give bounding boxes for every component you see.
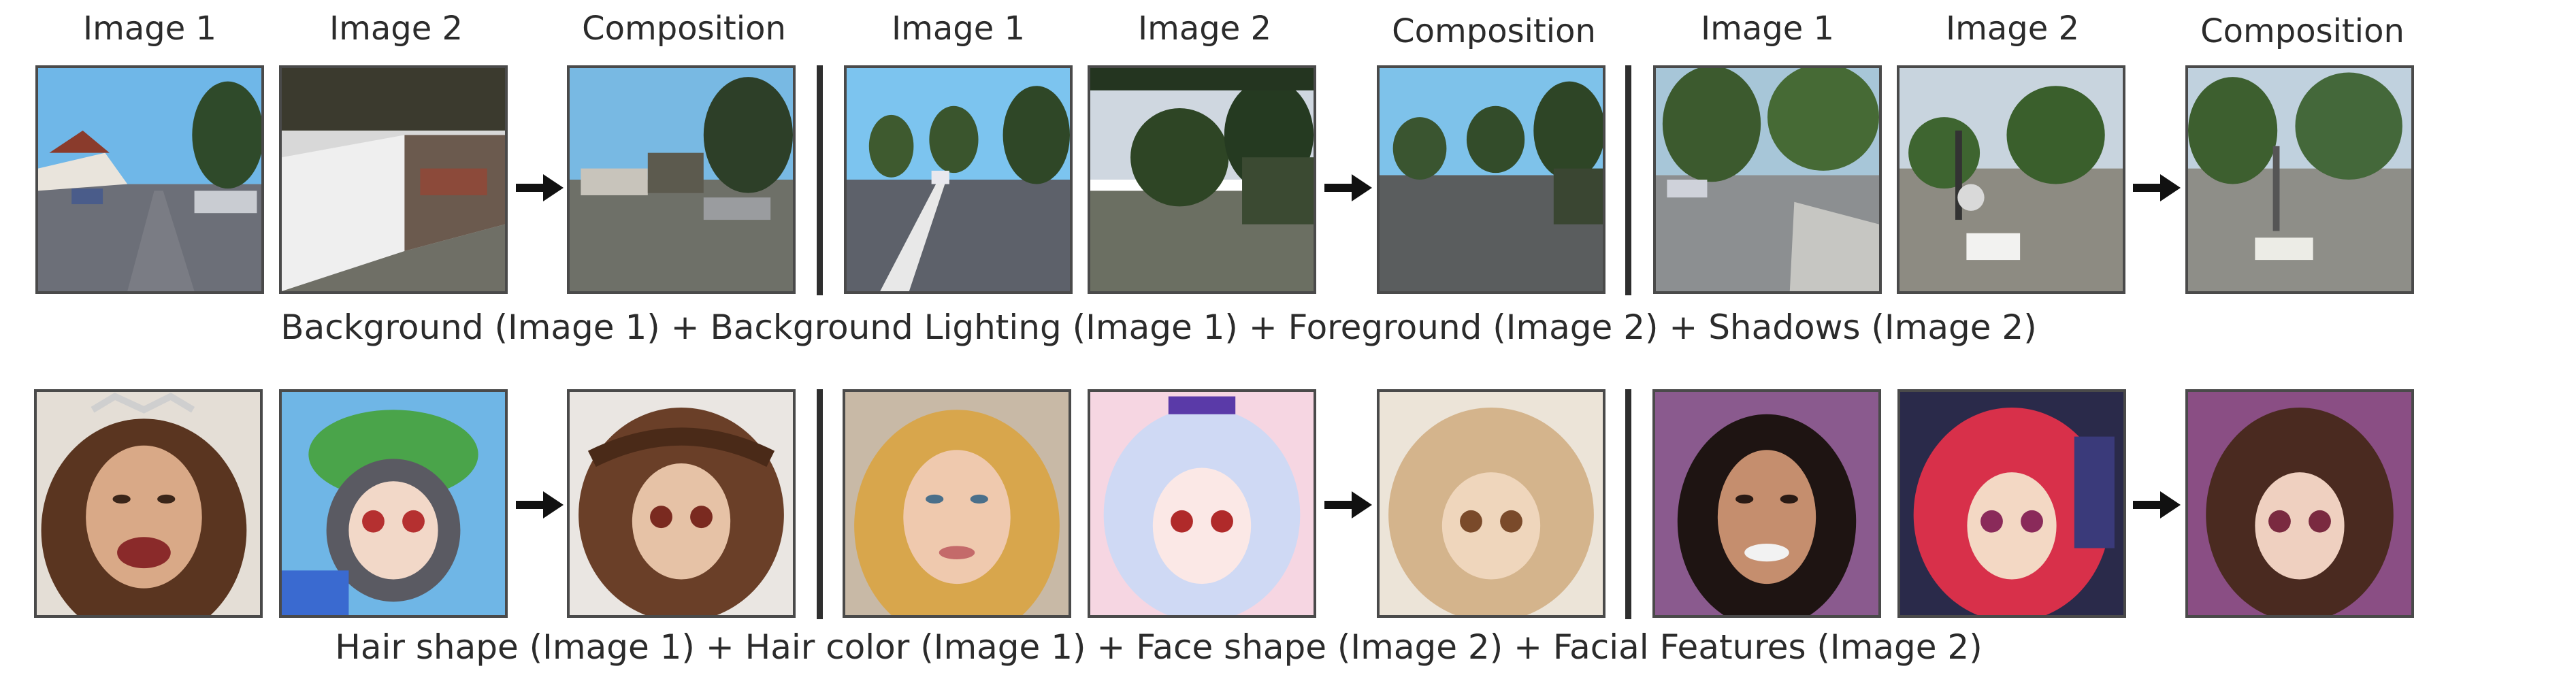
arrow-right-icon [516,174,564,201]
arrow-right-icon [516,491,564,518]
face-composition-b [1377,389,1605,618]
face-image-2-c [1897,389,2126,618]
street-image-2-c [1897,65,2125,294]
arrow-right-icon [2133,174,2181,201]
street-image-1-c [1653,65,1882,294]
street-composition-b [1377,65,1605,294]
street-image-1-b [844,65,1073,294]
street-image-1-a [35,65,264,294]
header-g1-image1: Image 1 [82,10,217,48]
face-composition-a [567,389,796,618]
bottom-row-caption: Hair shape (Image 1) + Hair color (Image… [335,627,1983,667]
street-composition-c [2185,65,2414,294]
arrow-right-icon [1324,491,1372,518]
face-image-2-a [279,389,508,618]
header-g2-image2: Image 2 [1137,10,1272,48]
arrow-right-icon [2133,491,2181,518]
header-g2-composition: Composition [1392,12,1596,50]
arrow-right-icon [1324,174,1372,201]
header-g3-composition: Composition [2200,12,2404,50]
face-image-2-b [1088,389,1316,618]
face-image-1-a [34,389,263,618]
street-image-2-a [279,65,508,294]
group-divider [817,389,823,619]
street-composition-a [567,65,796,294]
top-row-caption: Background (Image 1) + Background Lighti… [280,308,2037,347]
face-image-1-b [843,389,1071,618]
face-image-1-c [1652,389,1881,618]
header-g1-image2: Image 2 [329,10,463,48]
face-composition-c [2185,389,2414,618]
header-g2-image1: Image 1 [891,10,1026,48]
street-image-2-b [1088,65,1316,294]
group-divider [1625,65,1631,295]
group-divider [817,65,823,295]
header-g3-image1: Image 1 [1700,10,1835,48]
group-divider [1625,389,1631,619]
header-g3-image2: Image 2 [1945,10,2080,48]
header-g1-composition: Composition [582,10,786,48]
